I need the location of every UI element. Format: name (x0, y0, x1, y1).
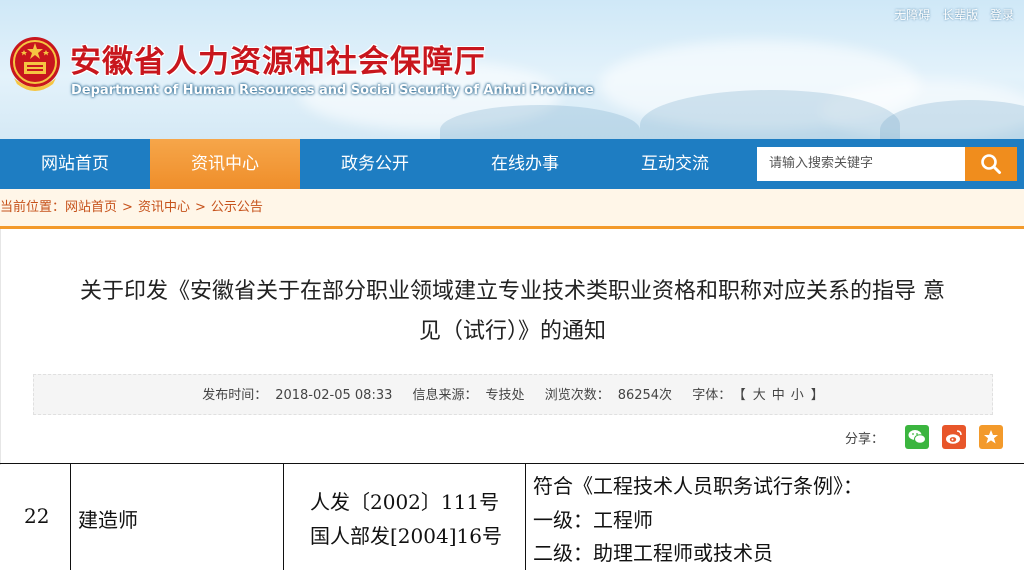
source-label: 信息来源： (412, 388, 478, 403)
qualification-table: 22 建造师 人发〔2002〕111号 国人部发[2004]16号 符合《工程技… (0, 463, 1024, 570)
views-value: 86254次 (617, 388, 673, 403)
header-banner: 无障碍 长辈版 登录 安徽省人力资源和社会保障厅 Department of H… (0, 0, 1024, 139)
font-size-large-button[interactable]: 大 (753, 388, 766, 403)
breadcrumb-item-home[interactable]: 网站首页 (65, 200, 117, 215)
search-input[interactable]: 请输入搜索关键字 (757, 147, 965, 181)
site-title[interactable]: 安徽省人力资源和社会保障厅 (70, 36, 486, 81)
article-title: 关于印发《安徽省关于在部分职业领域建立专业技术类职业资格和职称对应关系的指导 意… (20, 272, 1005, 352)
weibo-share-button[interactable] (942, 425, 967, 449)
article-meta: 发布时间： 2018-02-05 08:33 信息来源： 专技处 浏览次数： 8625… (33, 374, 993, 415)
breadcrumb-prefix: 当前位置： (0, 200, 66, 215)
source-value: 专技处 (485, 388, 525, 403)
article-title-line: 见（试行）》的通知 (418, 319, 606, 344)
main-nav: 网站首页 资讯中心 政务公开 在线办事 互动交流 请输入搜索关键字 (0, 139, 1024, 189)
accessibility-link[interactable]: 无障碍 (894, 8, 930, 22)
search-icon (981, 154, 1001, 174)
font-size-small-button[interactable]: 小 (791, 388, 804, 403)
table-cell-name: 建造师 (78, 508, 138, 532)
publish-time: 发布时间： 2018-02-05 08:33 (198, 388, 396, 403)
nav-item-online-service[interactable]: 在线办事 (450, 139, 600, 189)
views-label: 浏览次数： (544, 388, 610, 403)
table-cell-doc: 人发〔2002〕111号 (310, 490, 500, 514)
table-cell-requirement: 一级：工程师 (533, 508, 653, 532)
publish-label: 发布时间： (202, 388, 268, 403)
wechat-share-button[interactable] (905, 425, 930, 449)
nav-item-home[interactable]: 网站首页 (0, 139, 150, 189)
font-size-medium-button[interactable]: 中 (772, 388, 785, 403)
breadcrumb: 当前位置：网站首页 > 资讯中心 > 公示公告 (0, 189, 1024, 226)
share-bar: 分享： (845, 424, 1004, 450)
top-links: 无障碍 长辈版 登录 (886, 6, 1014, 23)
login-link[interactable]: 登录 (990, 8, 1014, 22)
search-button[interactable] (965, 147, 1017, 181)
nav-item-interaction[interactable]: 互动交流 (600, 139, 750, 189)
table-column-divider (70, 464, 71, 570)
table-cell-requirement: 符合《工程技术人员职务试行条例》： (533, 474, 863, 498)
font-bracket: 】 (810, 388, 824, 403)
breadcrumb-separator: > (122, 200, 133, 215)
nav-item-news[interactable]: 资讯中心 (150, 139, 300, 189)
info-source: 信息来源： 专技处 (409, 388, 529, 403)
favorite-share-button[interactable] (979, 425, 1004, 449)
font-size-control: 字体： 【大中小】 (688, 388, 828, 403)
weibo-share-icon (946, 430, 962, 444)
elder-mode-link[interactable]: 长辈版 (942, 8, 978, 22)
table-cell-doc: 国人部发[2004]16号 (310, 524, 502, 548)
publish-time-value: 2018-02-05 08:33 (275, 388, 393, 403)
table-column-divider (525, 464, 526, 570)
content-border (0, 229, 1, 465)
breadcrumb-item-news[interactable]: 资讯中心 (138, 200, 190, 215)
favorite-star-icon (984, 430, 999, 444)
font-bracket: 【 (739, 388, 746, 403)
table-cell-requirement: 二级：助理工程师或技术员 (533, 541, 773, 565)
breadcrumb-underline (0, 226, 1024, 229)
view-count: 浏览次数： 86254次 (541, 388, 676, 403)
font-size-label: 字体： (692, 388, 732, 403)
national-emblem-icon (10, 37, 60, 91)
breadcrumb-item-notices[interactable]: 公示公告 (211, 200, 263, 215)
article-title-line: 关于印发《安徽省关于在部分职业领域建立专业技术类职业资格和职称对应关系的指导 意 (80, 279, 945, 304)
share-label: 分享： (845, 431, 885, 447)
table-column-divider (283, 464, 284, 570)
breadcrumb-separator: > (194, 200, 206, 215)
wechat-share-icon (908, 430, 927, 444)
table-cell-number: 22 (24, 504, 50, 528)
nav-item-gov-affairs[interactable]: 政务公开 (300, 139, 450, 189)
site-subtitle: Department of Human Resources and Social… (71, 83, 594, 98)
